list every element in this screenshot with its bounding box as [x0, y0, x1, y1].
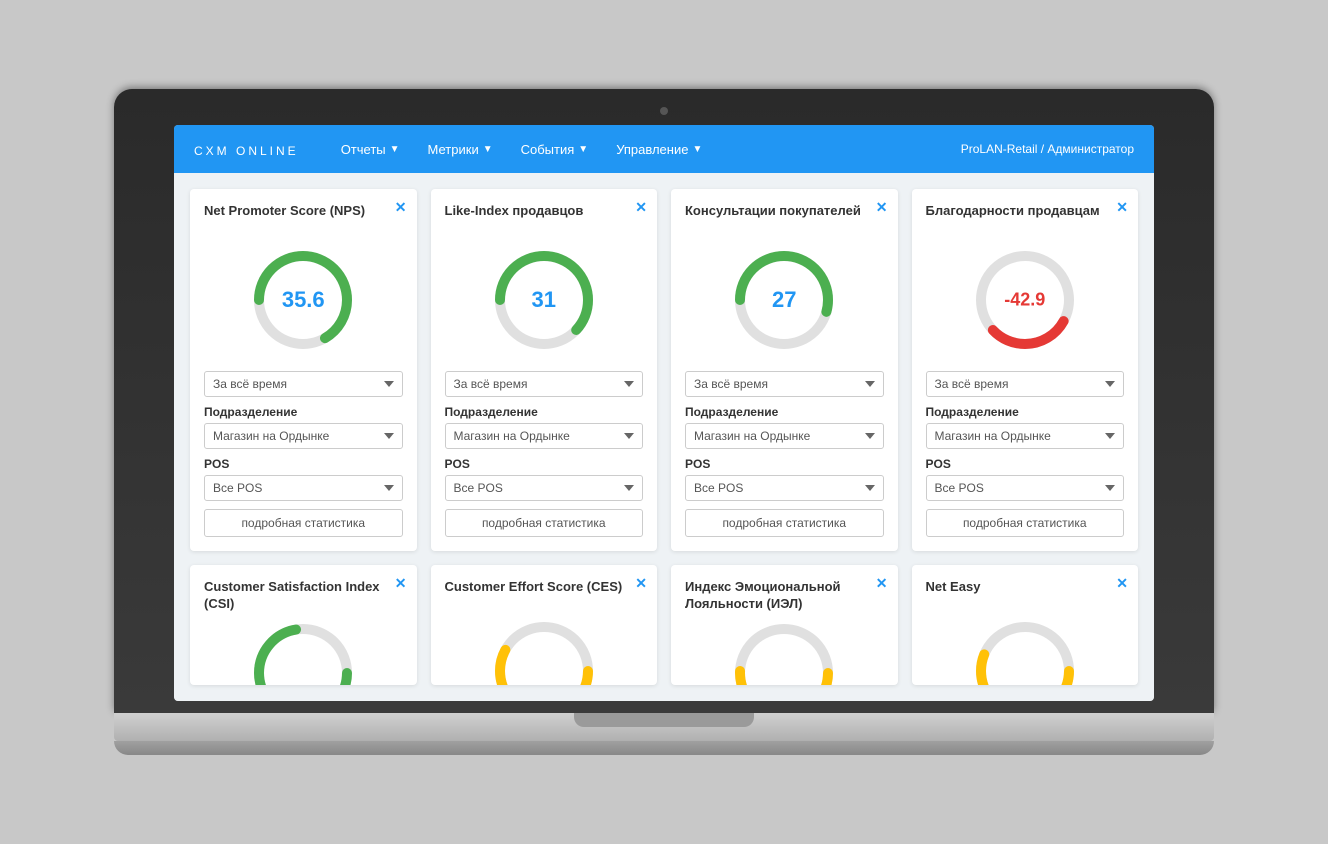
gauge-like-value: 31 — [532, 287, 556, 313]
dept-select-thanks[interactable]: Магазин на Ордынке — [926, 423, 1125, 449]
pos-select-like[interactable]: Все POS — [445, 475, 644, 501]
card-iel-title: Индекс Эмоциональной Лояльности (ИЭЛ) — [685, 579, 884, 613]
details-btn-like[interactable]: подробная статистика — [445, 509, 644, 537]
nav-menu: Отчеты ▼ Метрики ▼ События ▼ Управлени — [329, 136, 961, 163]
card-net-easy-title: Net Easy — [926, 579, 1125, 611]
time-control-consult: За всё время — [685, 371, 884, 397]
pos-label-like: POS — [445, 457, 644, 471]
chevron-down-icon: ▼ — [390, 144, 400, 155]
card-csi-title: Customer Satisfaction Index (CSI) — [204, 579, 403, 613]
laptop-bottom — [114, 741, 1214, 755]
card-nps-close[interactable]: ✕ — [395, 199, 407, 216]
card-csi-close[interactable]: ✕ — [395, 575, 407, 592]
dept-label-like: Подразделение — [445, 405, 644, 419]
time-control-thanks: За всё время — [926, 371, 1125, 397]
card-thanks-close[interactable]: ✕ — [1116, 199, 1128, 216]
time-select-consult[interactable]: За всё время — [685, 371, 884, 397]
card-like-index-title: Like-Index продавцов — [445, 203, 644, 235]
main-content: Net Promoter Score (NPS) ✕ 35.6 — [174, 173, 1154, 701]
time-select-thanks[interactable]: За всё время — [926, 371, 1125, 397]
pos-select-consult[interactable]: Все POS — [685, 475, 884, 501]
time-select-nps[interactable]: За всё время — [204, 371, 403, 397]
pos-select-nps[interactable]: Все POS — [204, 475, 403, 501]
details-btn-thanks[interactable]: подробная статистика — [926, 509, 1125, 537]
dept-label-consult: Подразделение — [685, 405, 884, 419]
card-net-easy-close[interactable]: ✕ — [1116, 575, 1128, 592]
dept-select-nps[interactable]: Магазин на Ордынке — [204, 423, 403, 449]
card-iel-close[interactable]: ✕ — [876, 575, 888, 592]
card-like-index-close[interactable]: ✕ — [635, 199, 647, 216]
brand-logo: CXM ONLINE — [194, 139, 299, 160]
card-thanks: Благодарности продавцам ✕ -42.9 — [912, 189, 1139, 551]
pos-control-nps: POS Все POS — [204, 457, 403, 501]
pos-label-nps: POS — [204, 457, 403, 471]
gauge-like: 31 — [489, 245, 599, 355]
card-ces-close[interactable]: ✕ — [635, 575, 647, 592]
card-ces: Customer Effort Score (CES) ✕ — [431, 565, 658, 685]
details-btn-consult[interactable]: подробная статистика — [685, 509, 884, 537]
laptop-screen: CXM ONLINE Отчеты ▼ Метрики ▼ События — [174, 125, 1154, 701]
laptop-camera — [660, 107, 668, 115]
gauge-thanks: -42.9 — [970, 245, 1080, 355]
gauge-consult-container: 27 — [685, 245, 884, 355]
dept-control-like: Подразделение Магазин на Ордынке — [445, 405, 644, 449]
gauge-like-container: 31 — [445, 245, 644, 355]
time-control-like: За всё время — [445, 371, 644, 397]
chevron-down-icon: ▼ — [483, 144, 493, 155]
nav-item-metrics[interactable]: Метрики ▼ — [416, 136, 505, 163]
card-consultations-title: Консультации покупателей — [685, 203, 884, 235]
pos-label-thanks: POS — [926, 457, 1125, 471]
dept-control-thanks: Подразделение Магазин на Ордынке — [926, 405, 1125, 449]
gauge-thanks-container: -42.9 — [926, 245, 1125, 355]
pos-control-consult: POS Все POS — [685, 457, 884, 501]
gauge-thanks-value: -42.9 — [1004, 290, 1045, 311]
navbar: CXM ONLINE Отчеты ▼ Метрики ▼ События — [174, 125, 1154, 173]
card-thanks-title: Благодарности продавцам — [926, 203, 1125, 235]
time-control-nps: За всё время — [204, 371, 403, 397]
chevron-down-icon: ▼ — [692, 144, 702, 155]
chevron-down-icon: ▼ — [578, 144, 588, 155]
card-like-index: Like-Index продавцов ✕ 31 — [431, 189, 658, 551]
dept-select-like[interactable]: Магазин на Ордынке — [445, 423, 644, 449]
cards-grid-top: Net Promoter Score (NPS) ✕ 35.6 — [190, 189, 1138, 551]
nav-item-management[interactable]: Управление ▼ — [604, 136, 714, 163]
gauge-nps-container: 35.6 — [204, 245, 403, 355]
user-info: ProLAN-Retail / Администратор — [961, 142, 1134, 156]
app: CXM ONLINE Отчеты ▼ Метрики ▼ События — [174, 125, 1154, 701]
laptop-base — [114, 713, 1214, 741]
cards-grid-bottom: Customer Satisfaction Index (CSI) ✕ — [190, 565, 1138, 685]
gauge-nps: 35.6 — [248, 245, 358, 355]
gauge-consult-value: 27 — [772, 287, 796, 313]
dept-select-consult[interactable]: Магазин на Ордынке — [685, 423, 884, 449]
card-iel: Индекс Эмоциональной Лояльности (ИЭЛ) ✕ — [671, 565, 898, 685]
gauge-nps-value: 35.6 — [282, 287, 325, 313]
card-net-easy: Net Easy ✕ — [912, 565, 1139, 685]
pos-control-thanks: POS Все POS — [926, 457, 1125, 501]
pos-control-like: POS Все POS — [445, 457, 644, 501]
card-nps-title: Net Promoter Score (NPS) — [204, 203, 403, 235]
card-consultations-close[interactable]: ✕ — [876, 199, 888, 216]
nav-item-reports[interactable]: Отчеты ▼ — [329, 136, 412, 163]
dept-label-thanks: Подразделение — [926, 405, 1125, 419]
dept-control-consult: Подразделение Магазин на Ордынке — [685, 405, 884, 449]
nav-item-events[interactable]: События ▼ — [509, 136, 601, 163]
gauge-consult: 27 — [729, 245, 839, 355]
dept-label-nps: Подразделение — [204, 405, 403, 419]
card-ces-title: Customer Effort Score (CES) — [445, 579, 644, 611]
laptop-notch — [574, 713, 754, 727]
time-select-like[interactable]: За всё время — [445, 371, 644, 397]
details-btn-nps[interactable]: подробная статистика — [204, 509, 403, 537]
card-consultations: Консультации покупателей ✕ 27 — [671, 189, 898, 551]
card-nps: Net Promoter Score (NPS) ✕ 35.6 — [190, 189, 417, 551]
pos-select-thanks[interactable]: Все POS — [926, 475, 1125, 501]
pos-label-consult: POS — [685, 457, 884, 471]
dept-control-nps: Подразделение Магазин на Ордынке — [204, 405, 403, 449]
card-csi: Customer Satisfaction Index (CSI) ✕ — [190, 565, 417, 685]
